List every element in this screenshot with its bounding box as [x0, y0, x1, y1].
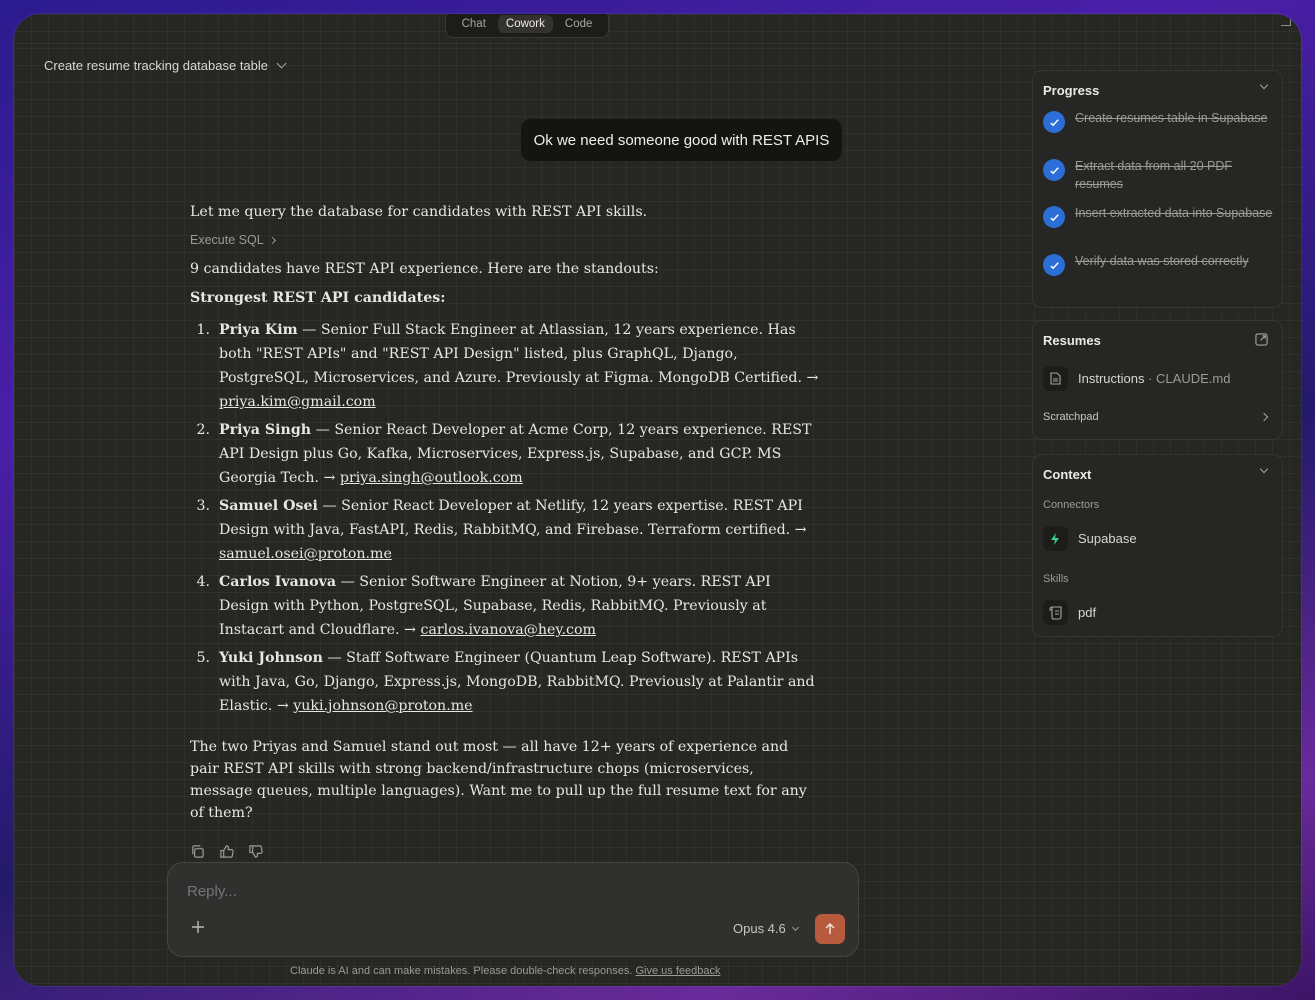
connectors-label: Connectors — [1043, 499, 1100, 511]
disclaimer: Claude is AI and can make mistakes. Plea… — [290, 965, 720, 977]
step-label: Create resumes table in Supabase — [1075, 111, 1268, 125]
resumes-panel: Resumes Instructions · CLAUDE.md Scratch… — [1032, 320, 1283, 440]
chevron-down-icon — [791, 923, 799, 931]
reply-input[interactable] — [187, 883, 687, 900]
user-message: Ok we need someone good with REST APIS — [521, 119, 842, 161]
candidates-heading: Strongest REST API candidates: — [190, 290, 446, 306]
file-separator: · — [1144, 371, 1157, 386]
message-actions — [190, 844, 263, 859]
plus-icon — [192, 921, 204, 933]
list-item: 1. Priya Kim — Senior Full Stack Enginee… — [190, 318, 820, 414]
progress-panel: Progress Create resumes table in Supabas… — [1032, 70, 1283, 308]
progress-step: Insert extracted data into Supabase — [1043, 204, 1273, 228]
skills-label: Skills — [1043, 573, 1069, 585]
list-number: 4. — [196, 574, 210, 590]
candidate-email-link[interactable]: priya.singh@outlook.com — [340, 470, 523, 486]
list-item: 4. Carlos Ivanova — Senior Software Engi… — [190, 570, 820, 642]
connector-supabase[interactable]: Supabase — [1043, 526, 1137, 551]
candidate-name: Yuki Johnson — [219, 650, 323, 666]
step-label: Insert extracted data into Supabase — [1075, 206, 1273, 220]
chevron-down-icon[interactable] — [1259, 464, 1269, 474]
execute-sql-label: Execute SQL — [190, 233, 264, 247]
disclaimer-text: Claude is AI and can make mistakes. Plea… — [290, 965, 633, 977]
arrow-up-icon — [825, 923, 835, 934]
connector-name: Supabase — [1078, 531, 1137, 546]
user-message-text: Ok we need someone good with REST APIS — [533, 131, 830, 149]
check-icon — [1043, 254, 1065, 276]
file-name: Instructions — [1078, 371, 1145, 386]
file-path: CLAUDE.md — [1156, 371, 1231, 386]
check-icon — [1043, 159, 1065, 181]
chevron-right-icon — [1259, 412, 1269, 422]
progress-step: Create resumes table in Supabase — [1043, 109, 1273, 133]
context-panel: Context Connectors Supabase Skills pdf — [1032, 454, 1283, 637]
conversation-title-dropdown[interactable]: Create resume tracking database table — [44, 58, 287, 73]
feedback-link[interactable]: Give us feedback — [635, 965, 720, 977]
tab-chat[interactable]: Chat — [454, 15, 494, 33]
model-selector[interactable]: Opus 4.6 — [733, 921, 799, 936]
progress-step: Extract data from all 20 PDF resumes — [1043, 157, 1273, 193]
candidate-name: Priya Singh — [219, 422, 312, 438]
list-number: 2. — [196, 422, 210, 438]
list-number: 1. — [196, 322, 210, 338]
mode-tabs: Chat Cowork Code — [445, 14, 609, 38]
assistant-message: Let me query the database for candidates… — [190, 200, 820, 828]
list-item: 3. Samuel Osei — Senior React Developer … — [190, 494, 820, 566]
candidate-email-link[interactable]: carlos.ivanova@hey.com — [420, 622, 596, 638]
send-button[interactable] — [815, 914, 845, 944]
resumes-title: Resumes — [1043, 333, 1101, 348]
scroll-icon — [1043, 600, 1068, 625]
candidate-email-link[interactable]: samuel.osei@proton.me — [219, 546, 392, 562]
list-item: 2. Priya Singh — Senior React Developer … — [190, 418, 820, 490]
scratchpad-label: Scratchpad — [1043, 411, 1099, 423]
check-icon — [1043, 206, 1065, 228]
reply-composer: Opus 4.6 — [167, 862, 859, 957]
thumbs-up-icon[interactable] — [219, 844, 234, 859]
execute-sql-toggle[interactable]: Execute SQL — [190, 228, 820, 252]
progress-step: Verify data was stored correctly — [1043, 252, 1273, 276]
thumbs-down-icon[interactable] — [248, 844, 263, 859]
copy-icon[interactable] — [190, 844, 205, 859]
list-number: 5. — [196, 650, 210, 666]
candidate-name: Carlos Ivanova — [219, 574, 337, 590]
supabase-icon — [1043, 526, 1068, 551]
chevron-right-icon — [268, 236, 276, 244]
step-label: Verify data was stored correctly — [1075, 254, 1249, 268]
scratchpad-row[interactable]: Scratchpad — [1043, 411, 1271, 423]
window-corner-icon[interactable] — [1281, 16, 1291, 26]
candidate-count-line: 9 candidates have REST API experience. H… — [190, 261, 659, 277]
conversation-title: Create resume tracking database table — [44, 58, 269, 73]
instructions-file[interactable]: Instructions · CLAUDE.md — [1043, 366, 1230, 391]
candidate-desc: — Senior Full Stack Engineer at Atlassia… — [219, 322, 819, 386]
chevron-down-icon — [276, 58, 287, 69]
candidate-name: Samuel Osei — [219, 498, 318, 514]
document-icon — [1043, 366, 1068, 391]
candidate-name: Priya Kim — [219, 322, 298, 338]
assistant-intro: Let me query the database for candidates… — [190, 204, 648, 220]
add-attachment-button[interactable] — [190, 919, 206, 935]
tab-code[interactable]: Code — [557, 15, 601, 33]
skill-name: pdf — [1078, 605, 1097, 620]
external-link-icon[interactable] — [1255, 333, 1268, 346]
candidate-email-link[interactable]: yuki.johnson@proton.me — [293, 698, 472, 714]
assistant-summary: The two Priyas and Samuel stand out most… — [190, 739, 807, 821]
check-icon — [1043, 111, 1065, 133]
progress-title: Progress — [1043, 83, 1100, 98]
tab-cowork[interactable]: Cowork — [497, 15, 553, 33]
list-item: 5. Yuki Johnson — Staff Software Enginee… — [190, 646, 820, 718]
list-number: 3. — [196, 498, 210, 514]
app-window: Chat Cowork Code Create resume tracking … — [14, 14, 1301, 986]
chevron-down-icon[interactable] — [1259, 80, 1269, 90]
skill-pdf[interactable]: pdf — [1043, 600, 1096, 625]
candidate-email-link[interactable]: priya.kim@gmail.com — [219, 394, 376, 410]
context-title: Context — [1043, 467, 1092, 482]
candidate-list: 1. Priya Kim — Senior Full Stack Enginee… — [190, 318, 820, 718]
model-name: Opus 4.6 — [733, 921, 786, 936]
top-bar: Chat Cowork Code — [14, 14, 1301, 44]
step-label: Extract data from all 20 PDF resumes — [1075, 159, 1233, 191]
